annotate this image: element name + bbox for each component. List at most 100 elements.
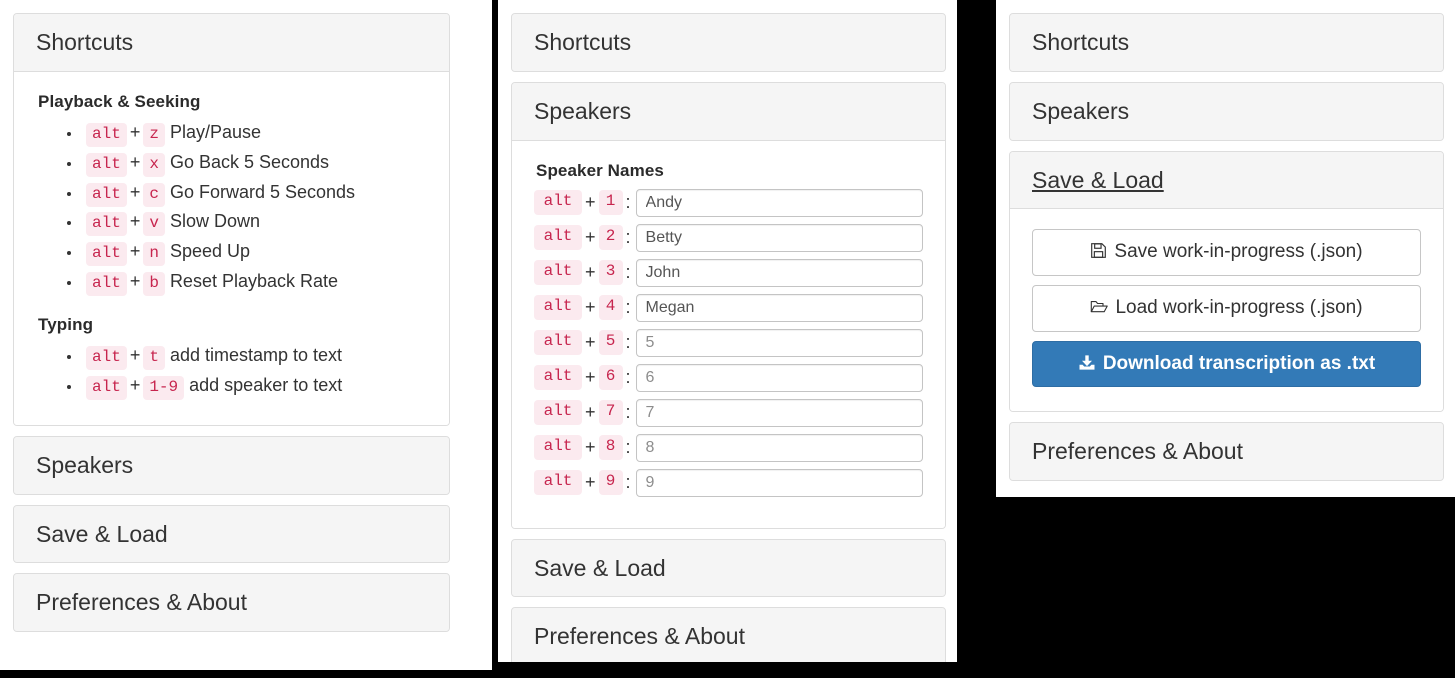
- panel-shortcuts-title[interactable]: Shortcuts: [1032, 28, 1421, 57]
- list-item: alt+bReset Playback Rate: [82, 267, 427, 297]
- colon-separator: :: [625, 367, 631, 387]
- panel-shortcuts-title[interactable]: Shortcuts: [534, 28, 923, 57]
- panel-save-load-header[interactable]: Save & Load: [14, 505, 449, 563]
- panel-speakers-title[interactable]: Speakers: [534, 97, 923, 126]
- list-item: alt+1-9add speaker to text: [82, 371, 427, 401]
- colon-separator: :: [625, 472, 631, 492]
- panel-preferences-about-header[interactable]: Preferences & About: [14, 574, 449, 631]
- panel-preferences-about-header[interactable]: Preferences & About: [512, 608, 945, 662]
- kbd-modifier: alt: [86, 242, 127, 267]
- panel-preferences-about-title[interactable]: Preferences & About: [36, 588, 427, 617]
- kbd-key: 1: [598, 190, 623, 215]
- panel-save-load-header[interactable]: Save & Load: [1010, 151, 1443, 210]
- panel-speakers: Speakers Speaker Names alt+1: alt+2:: [511, 81, 946, 529]
- speaker-name-input-3[interactable]: [635, 258, 923, 287]
- kbd-key: 5: [598, 330, 623, 355]
- speaker-row-4: alt +4:: [534, 293, 923, 322]
- typing-heading: Typing: [38, 315, 94, 334]
- kbd-modifier: alt: [86, 346, 127, 371]
- kbd-key: x: [143, 152, 165, 177]
- panel-preferences-about[interactable]: Preferences & About: [1009, 422, 1444, 482]
- panel-shortcuts-title[interactable]: Shortcuts: [36, 28, 427, 57]
- plus-sign: +: [585, 367, 596, 387]
- panel-column-shortcuts-open: Shortcuts Playback & Seeking alt+zPlay/P…: [0, 0, 492, 670]
- speaker-row-5: alt +5:: [534, 328, 923, 357]
- list-item: alt+vSlow Down: [82, 207, 427, 237]
- panel-column-speakers-open: Shortcuts Speakers Speaker Names alt+1:: [498, 0, 957, 662]
- panel-preferences-about-header[interactable]: Preferences & About: [1010, 423, 1443, 481]
- list-item: alt+nSpeed Up: [82, 237, 427, 267]
- panel-shortcuts-header[interactable]: Shortcuts: [14, 14, 449, 72]
- save-button-label: Save work-in-progress (.json): [1114, 241, 1363, 263]
- panel-save-load-title[interactable]: Save & Load: [1032, 166, 1421, 195]
- colon-separator: :: [625, 437, 631, 457]
- shortcut-description: Go Back 5 Seconds: [169, 151, 330, 172]
- speaker-name-input-7[interactable]: [635, 398, 923, 427]
- panel-preferences-about-title[interactable]: Preferences & About: [534, 622, 923, 651]
- download-arrow-icon: [1078, 354, 1096, 371]
- panel-speakers-body: Speaker Names alt+1: alt+2: alt+3:: [512, 140, 945, 528]
- kbd-modifier: alt: [86, 375, 127, 400]
- kbd-key: 3: [598, 260, 623, 285]
- panel-speakers[interactable]: Speakers: [13, 435, 450, 495]
- kbd-modifier: alt: [534, 435, 582, 460]
- panel-shortcuts-header[interactable]: Shortcuts: [512, 14, 945, 71]
- panel-preferences-about[interactable]: Preferences & About: [13, 573, 450, 632]
- typing-shortcut-list: alt+tadd timestamp to text alt+1-9add sp…: [36, 341, 427, 401]
- colon-separator: :: [625, 332, 631, 352]
- panel-speakers-header[interactable]: Speakers: [1010, 82, 1443, 140]
- speaker-name-input-4[interactable]: [635, 293, 923, 322]
- speaker-row-3: alt +3:: [534, 258, 923, 287]
- panel-speakers[interactable]: Speakers: [1009, 81, 1444, 141]
- panel-save-load-title[interactable]: Save & Load: [534, 554, 923, 583]
- colon-separator: :: [625, 227, 631, 247]
- panel-speakers-header[interactable]: Speakers: [512, 82, 945, 141]
- plus-sign: +: [129, 151, 141, 172]
- download-transcription-button[interactable]: Download transcription as .txt: [1032, 340, 1421, 388]
- kbd-modifier: alt: [534, 260, 582, 285]
- kbd-modifier: alt: [534, 295, 582, 320]
- plus-sign: +: [129, 181, 141, 202]
- panel-shortcuts[interactable]: Shortcuts: [511, 13, 946, 72]
- speaker-name-input-6[interactable]: [635, 363, 923, 392]
- load-work-in-progress-button[interactable]: Load work-in-progress (.json): [1032, 284, 1421, 332]
- panel-save-load-body: Save work-in-progress (.json) Load work-…: [1010, 209, 1443, 412]
- kbd-modifier: alt: [534, 225, 582, 250]
- speaker-name-input-8[interactable]: [635, 433, 923, 462]
- panel-shortcuts[interactable]: Shortcuts: [1009, 13, 1444, 72]
- speaker-name-input-5[interactable]: [635, 328, 923, 357]
- speaker-name-input-2[interactable]: [635, 223, 923, 252]
- speaker-row-7: alt +7:: [534, 398, 923, 427]
- plus-sign: +: [129, 271, 141, 292]
- panel-save-load-title[interactable]: Save & Load: [36, 520, 427, 549]
- kbd-modifier: alt: [534, 190, 582, 215]
- panel-save-load[interactable]: Save & Load: [511, 538, 946, 598]
- kbd-key: 4: [598, 295, 623, 320]
- kbd-modifier: alt: [534, 400, 582, 425]
- plus-sign: +: [585, 297, 596, 317]
- kbd-key: n: [143, 242, 165, 267]
- kbd-modifier: alt: [86, 182, 127, 207]
- panel-speakers-title[interactable]: Speakers: [36, 451, 427, 480]
- panel-shortcuts-header[interactable]: Shortcuts: [1010, 14, 1443, 71]
- save-work-in-progress-button[interactable]: Save work-in-progress (.json): [1032, 229, 1421, 276]
- panel-save-load-header[interactable]: Save & Load: [512, 539, 945, 597]
- kbd-key: 6: [598, 365, 623, 390]
- panel-preferences-about-title[interactable]: Preferences & About: [1032, 437, 1421, 466]
- list-item: alt+tadd timestamp to text: [82, 341, 427, 371]
- kbd-modifier: alt: [534, 470, 582, 495]
- panel-preferences-about[interactable]: Preferences & About: [511, 607, 946, 662]
- panel-save-load[interactable]: Save & Load: [13, 504, 450, 564]
- speaker-row-6: alt +6:: [534, 363, 923, 392]
- speaker-names-heading: Speaker Names: [536, 160, 664, 180]
- shortcut-description: Go Forward 5 Seconds: [169, 181, 356, 202]
- speaker-name-input-1[interactable]: [635, 188, 923, 217]
- kbd-modifier: alt: [86, 272, 127, 297]
- panel-speakers-header[interactable]: Speakers: [14, 436, 449, 494]
- kbd-key: c: [143, 182, 165, 207]
- panel-column-save-load-open: Shortcuts Speakers Save & Load Save work…: [996, 0, 1455, 497]
- kbd-key: v: [143, 212, 165, 237]
- panel-speakers-title[interactable]: Speakers: [1032, 97, 1421, 126]
- speaker-name-input-9[interactable]: [635, 468, 923, 497]
- kbd-modifier: alt: [86, 122, 127, 147]
